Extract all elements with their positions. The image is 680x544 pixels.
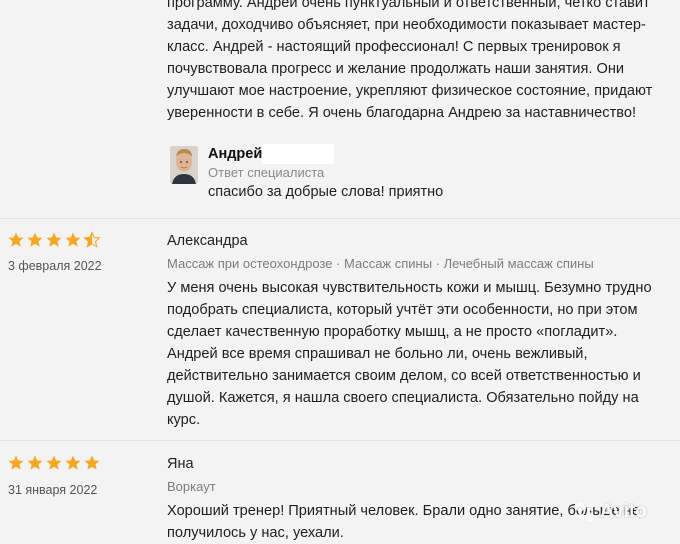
star-icon bbox=[27, 455, 43, 470]
reply-author-name[interactable]: Андрей bbox=[208, 146, 262, 162]
review-2-line: Андрей все время спрашивал не больно ли,… bbox=[167, 346, 588, 362]
star-icon bbox=[84, 455, 100, 470]
reply-text: спасибо за добрые слова! приятно bbox=[208, 184, 444, 200]
review-2-line: действительно занимается своим делом, со… bbox=[167, 368, 641, 384]
star-icon bbox=[8, 232, 24, 247]
star-icon bbox=[46, 232, 62, 247]
review-author[interactable]: Яна bbox=[167, 456, 194, 472]
review-date: 3 февраля 2022 bbox=[8, 259, 102, 273]
star-icon bbox=[46, 455, 62, 470]
star-icon bbox=[8, 455, 24, 470]
avatar[interactable] bbox=[170, 146, 198, 184]
review-2-line: У меня очень высокая чувствительность ко… bbox=[167, 280, 652, 296]
service-tags: Массаж при остеохондрозе · Массаж спины … bbox=[167, 256, 594, 271]
review-divider bbox=[0, 440, 680, 441]
redacted-surname bbox=[262, 144, 334, 164]
review-1-line: программу. Андрей очень пунктуальный и о… bbox=[167, 0, 650, 11]
review-2-line: подобрать специалиста, который учтёт эти… bbox=[167, 302, 638, 318]
review-2-line: сделает качественную проработку мышц, а … bbox=[167, 324, 618, 340]
review-2-text: У меня очень высокая чувствительность ко… bbox=[167, 277, 657, 431]
review-2-line: душой. Кажется, я нашла своего специалис… bbox=[167, 390, 639, 406]
star-icon bbox=[27, 232, 43, 247]
review-1-line: улучшают мое настроение, укрепляют физич… bbox=[167, 83, 653, 99]
review-1-text: программу. Андрей очень пунктуальный и о… bbox=[167, 0, 667, 124]
watermark-text: Avito bbox=[600, 501, 647, 522]
rating-stars bbox=[7, 231, 101, 249]
review-1-line: класс. Андрей - настоящий профессионал! … bbox=[167, 39, 621, 55]
star-icon bbox=[65, 455, 81, 470]
avito-watermark: Avito bbox=[574, 501, 647, 523]
review-1-line: уверенности в себе. Я очень благодарна А… bbox=[167, 105, 637, 121]
review-divider bbox=[0, 218, 680, 219]
rating-stars bbox=[7, 454, 101, 472]
avito-logo-icon bbox=[575, 502, 595, 522]
review-3-line: получилось у нас, уехали. bbox=[167, 525, 344, 541]
service-tags: Воркаут bbox=[167, 479, 216, 494]
review-author[interactable]: Александра bbox=[167, 233, 248, 249]
half-star-icon bbox=[83, 231, 101, 248]
star-icon bbox=[65, 232, 81, 247]
review-1-line: почувствовала прогресс и желание продолж… bbox=[167, 61, 625, 77]
review-1-line: задачи, доходчиво объясняет, при необход… bbox=[167, 17, 646, 33]
reply-label: Ответ специалиста bbox=[208, 165, 325, 180]
review-date: 31 января 2022 bbox=[8, 483, 98, 497]
review-2-line: курс. bbox=[167, 412, 201, 428]
